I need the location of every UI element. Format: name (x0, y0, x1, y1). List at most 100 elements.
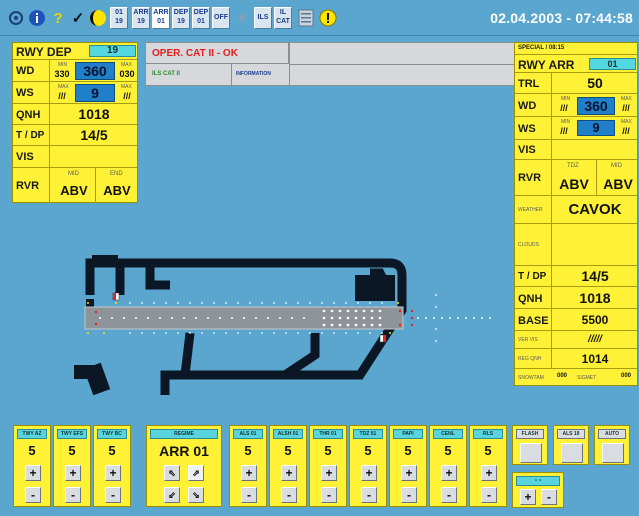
special-report: SPECIAL / 08:15 (518, 45, 565, 51)
thr01-label: THR 01 (313, 429, 343, 439)
als19-control: ALS 19 (553, 425, 589, 465)
twy-az-value: 5 (28, 443, 36, 458)
als01-value: 5 (244, 443, 252, 458)
rwy-01-19-toggle[interactable]: 01 19 (110, 7, 128, 29)
arr-wd-value: 360 (577, 97, 615, 115)
ils-cat-status: ILS CAT II (152, 71, 180, 77)
qnh-value: 1018 (78, 106, 110, 122)
twy-bc-minus-button[interactable]: - (105, 487, 121, 503)
twy-efs-value: 5 (68, 443, 76, 458)
rls-plus-button[interactable]: + (481, 465, 497, 481)
als01-plus-button[interactable]: + (241, 465, 257, 481)
thr01-control: THR 01 5 + - (309, 425, 347, 507)
check-icon[interactable]: ✓ (68, 7, 88, 29)
tdz01-label: TDZ 01 (353, 429, 383, 439)
wd-value: 360 (75, 62, 115, 80)
alsh01-label: ALSH 01 (273, 429, 303, 439)
auto-toggle-button[interactable] (602, 443, 624, 463)
twy-bc-plus-button[interactable]: + (105, 465, 121, 481)
arr-wd-max-label: MAX (621, 96, 632, 102)
ils-button[interactable]: ILS (254, 7, 272, 29)
twy-az-control: TWY AZ 5 + - (13, 425, 51, 507)
rvr-mid-value: ABV (60, 183, 88, 198)
als19-label: ALS 19 (557, 429, 585, 439)
regime-label: REGIME (150, 429, 218, 439)
rwy-dep-runway[interactable]: 19 (89, 45, 136, 57)
arr-qnh-value: 1018 (579, 290, 611, 306)
help-icon[interactable]: ? (48, 7, 68, 29)
master-minus-button[interactable]: - (541, 489, 557, 505)
runway-lights-icon[interactable]: ⌗ (232, 7, 252, 29)
clouds-label: CLOUDS (518, 242, 539, 248)
master-plus-button[interactable]: + (520, 489, 536, 505)
als01-minus-button[interactable]: - (241, 487, 257, 503)
twy-efs-minus-button[interactable]: - (65, 487, 81, 503)
als19-toggle-button[interactable] (561, 443, 583, 463)
qnh-label: QNH (16, 109, 41, 121)
arr-rvr-mid-value: ABV (603, 176, 633, 192)
rwy-arr-runway[interactable]: 01 (589, 58, 636, 70)
tdz01-value: 5 (364, 443, 372, 458)
tdz01-plus-button[interactable]: + (361, 465, 377, 481)
papi-minus-button[interactable]: - (401, 487, 417, 503)
weather-value: CAVOK (568, 201, 622, 218)
thr01-plus-button[interactable]: + (321, 465, 337, 481)
arr-19-button[interactable]: ARR 19 (132, 7, 150, 29)
twy-az-minus-button[interactable]: - (25, 487, 41, 503)
settings-icon[interactable] (6, 7, 26, 29)
ws-max-value: /// (123, 91, 131, 101)
alsh01-control: ALSH 01 5 + - (269, 425, 307, 507)
wd-max-value: 030 (119, 69, 135, 79)
alsh01-minus-button[interactable]: - (281, 487, 297, 503)
twy-efs-label: TWY EFS (57, 429, 87, 439)
sigmet-label: SIGMET (577, 375, 597, 381)
regime-down-left-button[interactable]: ⇙ (164, 487, 180, 503)
cenl-minus-button[interactable]: - (441, 487, 457, 503)
thr01-minus-button[interactable]: - (321, 487, 337, 503)
snowtam-label: SNOWTAM (518, 375, 544, 381)
twy-efs-plus-button[interactable]: + (65, 465, 81, 481)
arr-tdp-label: T / DP (518, 271, 547, 282)
info-icon[interactable] (27, 7, 47, 29)
arr-ws-min-label: MIN (561, 119, 571, 125)
alsh01-plus-button[interactable]: + (281, 465, 297, 481)
dep-01-button[interactable]: DEP 01 (192, 7, 210, 29)
regime-down-right-button[interactable]: ⇘ (188, 487, 204, 503)
regime-up-right-button[interactable]: ⇗ (188, 465, 204, 481)
tdz01-control: TDZ 01 5 + - (349, 425, 387, 507)
arr-01-button[interactable]: ARR 01 (152, 7, 170, 29)
thr01-value: 5 (324, 443, 332, 458)
papi-control: PAPI 5 + - (389, 425, 427, 507)
tdz01-minus-button[interactable]: - (361, 487, 377, 503)
flash-control: FLASH (512, 425, 548, 465)
flash-toggle-button[interactable] (520, 443, 542, 463)
cenl-plus-button[interactable]: + (441, 465, 457, 481)
wd-min-value: 330 (54, 69, 70, 79)
vervis-label: VER VIS (518, 337, 538, 343)
auto-control: AUTO (594, 425, 630, 465)
dep-19-button[interactable]: DEP 19 (172, 7, 190, 29)
off-button[interactable]: OFF (212, 7, 230, 29)
twy-az-label: TWY AZ (17, 429, 47, 439)
regime-control: REGIME ARR 01 ⇖ ⇗ ⇙ ⇘ (146, 425, 222, 507)
twy-az-plus-button[interactable]: + (25, 465, 41, 481)
arr-rvr-mid-label: MID (611, 163, 622, 169)
arr-ws-max-label: MAX (621, 119, 632, 125)
papi-plus-button[interactable]: + (401, 465, 417, 481)
alert-icon[interactable] (318, 7, 338, 29)
als01-control: ALS 01 5 + - (229, 425, 267, 507)
regime-up-left-button[interactable]: ⇖ (164, 465, 180, 481)
rvr-tdz-label: TDZ (567, 163, 579, 169)
night-mode-icon[interactable] (88, 7, 108, 29)
wd-min-label: MIN (58, 62, 68, 68)
rvr-end-value: ABV (103, 183, 131, 198)
tdp-value: 14/5 (80, 127, 108, 143)
rls-minus-button[interactable]: - (481, 487, 497, 503)
document-icon[interactable] (296, 7, 316, 29)
info-box: OPER. CAT II - OK ILS CAT II INFORMATION (145, 42, 516, 87)
arr-wd-label: WD (518, 100, 537, 112)
tdp-label: T / DP (16, 130, 45, 141)
ils-cat-button[interactable]: IL CAT (274, 7, 292, 29)
vis-label: VIS (16, 151, 34, 163)
trl-label: TRL (518, 78, 540, 90)
